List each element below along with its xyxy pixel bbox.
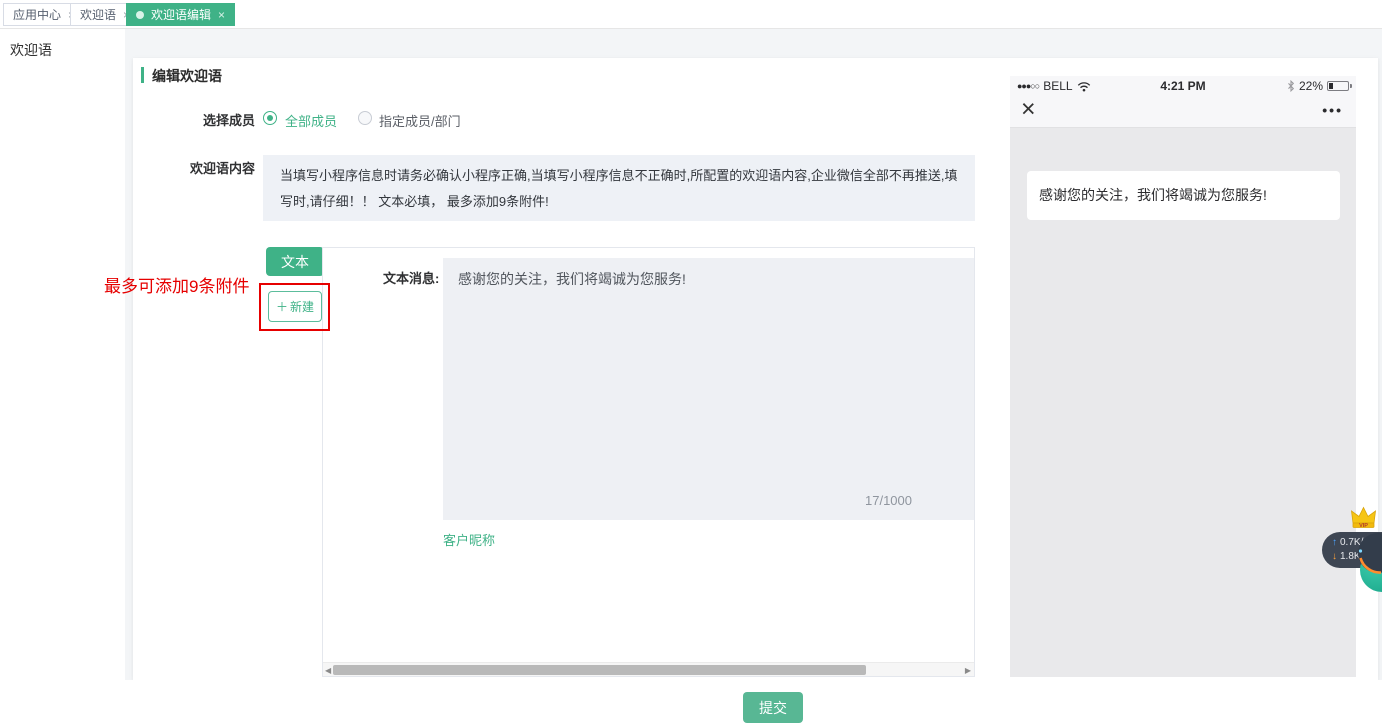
more-icon: ••• xyxy=(1322,102,1343,118)
message-editor-panel: 文本消息: 感谢您的关注，我们将竭诚为您服务! 17/1000 客户昵称 ◀ ▶ xyxy=(322,247,975,677)
horizontal-scrollbar[interactable]: ◀ ▶ xyxy=(323,662,974,676)
welcome-message-bubble: 感谢您的关注，我们将竭诚为您服务! xyxy=(1027,171,1340,220)
message-text-value: 感谢您的关注，我们将竭诚为您服务! xyxy=(458,268,959,290)
tab-bar: 应用中心 × 欢迎语 × 欢迎语编辑 × xyxy=(0,0,1382,29)
active-dot-icon xyxy=(136,11,144,19)
radio-specific-members-label[interactable]: 指定成员/部门 xyxy=(379,111,461,130)
add-attachment-label: 新建 xyxy=(290,298,314,315)
radio-all-members-label[interactable]: 全部成员 xyxy=(285,111,337,130)
member-label: 选择成员 xyxy=(145,110,255,129)
tab-label: 欢迎语 xyxy=(80,6,116,23)
phone-preview: ●●●○○ BELL 4:21 PM 22% × ••• 感谢您的关注，我们将竭… xyxy=(1010,76,1356,677)
sidebar: 欢迎语 xyxy=(0,29,125,726)
tab-close-icon[interactable]: × xyxy=(218,9,225,21)
phone-nav-bar: × ••• xyxy=(1010,96,1356,128)
footer-bar: 提交 xyxy=(0,680,1382,726)
tab-label: 应用中心 xyxy=(13,6,61,23)
scroll-right-icon[interactable]: ▶ xyxy=(965,665,971,676)
phone-chat-area: 感谢您的关注，我们将竭诚为您服务! xyxy=(1010,128,1356,677)
message-textarea[interactable]: 感谢您的关注，我们将竭诚为您服务! 17/1000 xyxy=(443,258,974,520)
widget-progress-ring[interactable] xyxy=(1356,531,1382,575)
battery-percent-label: 22% xyxy=(1299,79,1323,93)
char-counter: 17/1000 xyxy=(865,493,912,508)
section-title: 编辑欢迎语 xyxy=(152,66,222,86)
plus-icon: ＋ xyxy=(276,298,288,315)
download-arrow-icon: ↓ xyxy=(1332,551,1337,562)
radio-specific-members[interactable] xyxy=(358,111,372,125)
screen: { "window": { "tabs": [ { "label": "应用中心… xyxy=(0,0,1382,726)
tab-label: 欢迎语编辑 xyxy=(151,6,211,23)
add-attachment-button[interactable]: ＋ 新建 xyxy=(268,291,322,322)
message-label: 文本消息: xyxy=(383,268,439,287)
status-right: 22% xyxy=(1287,79,1349,93)
upload-arrow-icon: ↑ xyxy=(1332,537,1337,548)
annotation-text: 最多可添加9条附件 xyxy=(104,272,249,297)
sidebar-item-welcome[interactable]: 欢迎语 xyxy=(0,29,125,60)
section-accent-bar xyxy=(141,67,144,83)
customer-nickname-link[interactable]: 客户昵称 xyxy=(443,530,495,549)
tab-welcome-edit-active[interactable]: 欢迎语编辑 × xyxy=(126,3,235,26)
phone-status-bar: ●●●○○ BELL 4:21 PM 22% xyxy=(1010,76,1356,96)
scrollbar-thumb[interactable] xyxy=(333,665,866,675)
scroll-left-icon[interactable]: ◀ xyxy=(325,665,331,676)
submit-button[interactable]: 提交 xyxy=(743,692,803,723)
bluetooth-icon xyxy=(1287,80,1295,92)
text-type-tab[interactable]: 文本 xyxy=(266,247,324,276)
notice-box: 当填写小程序信息时请务必确认小程序正确,当填写小程序信息不正确时,所配置的欢迎语… xyxy=(263,155,975,221)
battery-icon xyxy=(1327,81,1349,91)
close-icon: × xyxy=(1021,95,1036,124)
radio-all-members[interactable] xyxy=(263,111,277,125)
vip-crown-icon: VIP xyxy=(1350,506,1377,531)
vip-label: VIP xyxy=(1359,523,1368,529)
content-label: 欢迎语内容 xyxy=(145,158,255,177)
